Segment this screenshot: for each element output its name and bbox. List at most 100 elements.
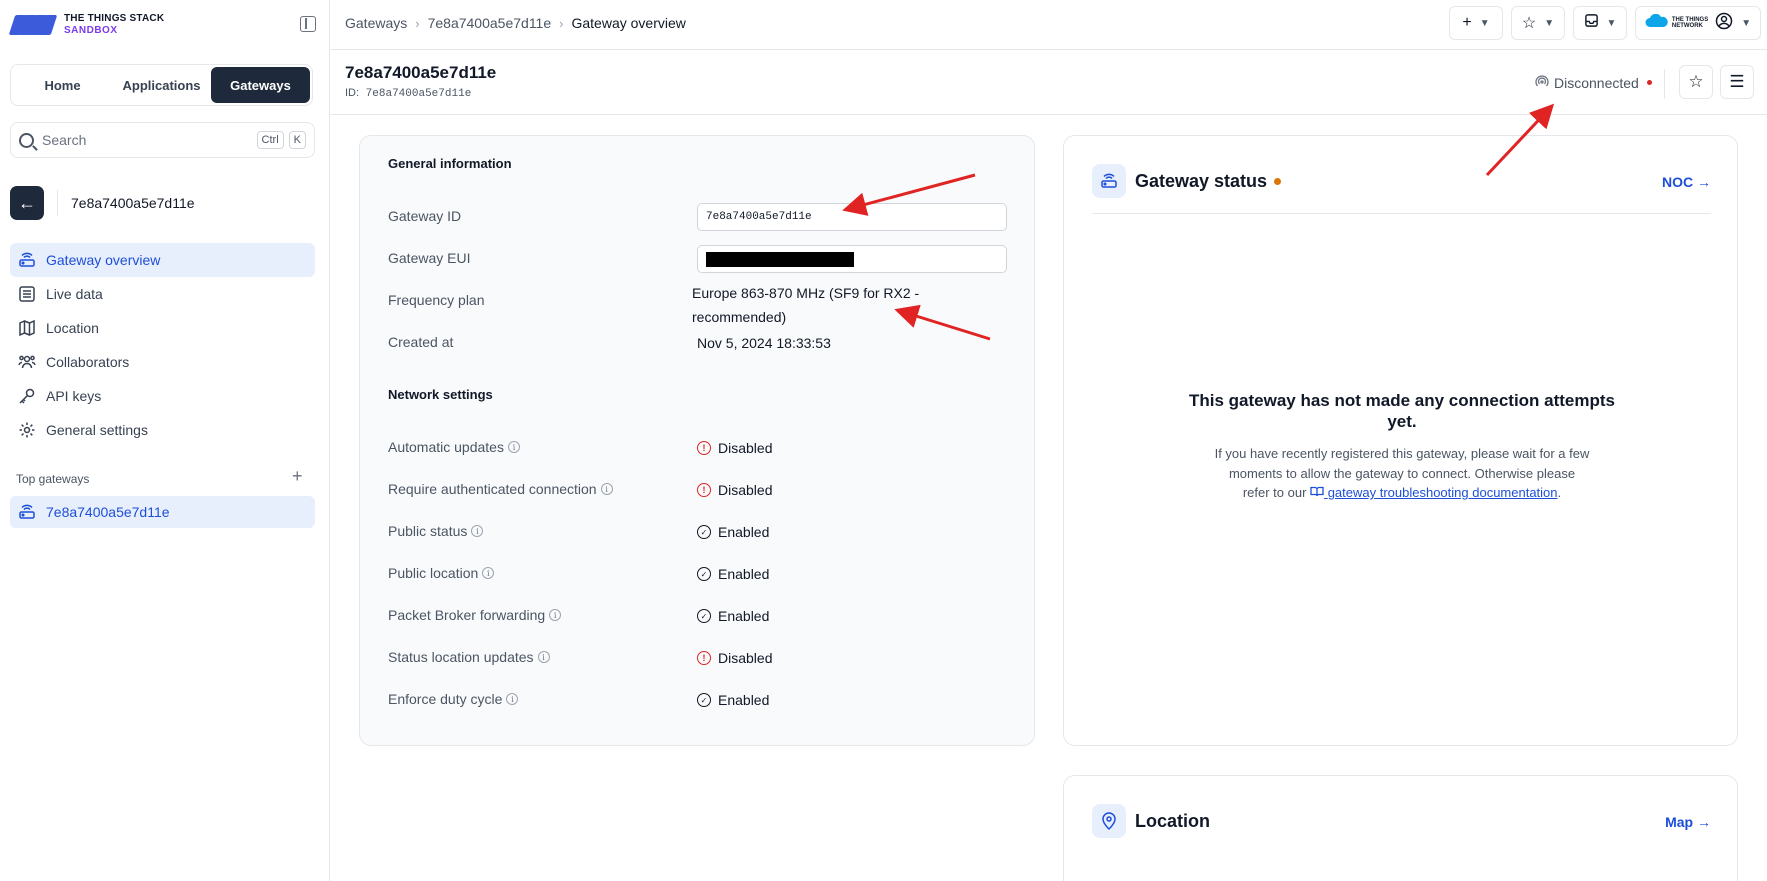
status-text: Disconnected [1554,74,1639,91]
alert-icon: ! [697,651,711,665]
setting-label-public-location: Public location i [388,565,495,581]
check-circle-icon: ✓ [697,525,711,539]
tab-gateways[interactable]: Gateways [211,67,310,103]
info-icon[interactable]: i [482,567,495,579]
divider [57,190,58,216]
book-icon [1310,483,1324,503]
setting-label: Public status [388,523,468,539]
tab-home[interactable]: Home [13,67,112,103]
setting-label-duty-cycle: Enforce duty cycle i [388,691,519,707]
sidebar-item-label: API keys [46,388,102,404]
back-button[interactable]: ← [10,186,44,220]
setting-value-automatic-updates: ! Disabled [697,440,772,456]
gateway-id-field[interactable]: 7e8a7400a5e7d11e [697,203,1007,231]
sidebar-item-general-settings[interactable]: General settings [10,413,315,447]
chevron-down-icon: ▼ [1741,17,1752,29]
gateway-status-header: Gateway status [1092,164,1282,198]
empty-state-text: . [1557,485,1562,500]
created-at-value: Nov 5, 2024 18:33:53 [697,335,831,351]
top-gateway-item[interactable]: 7e8a7400a5e7d11e [10,496,315,528]
gateway-icon [1092,164,1126,198]
breadcrumb-gateways[interactable]: Gateways [345,15,407,31]
page-header: 7e8a7400a5e7d11e ID: 7e8a7400a5e7d11e Di… [331,51,1767,115]
empty-state-title: This gateway has not made any connection… [1188,391,1616,431]
sidebar-item-collaborators[interactable]: Collaborators [10,345,315,379]
sidebar-item-api-keys[interactable]: API keys [10,379,315,413]
created-at-label: Created at [388,334,454,350]
users-icon [18,353,36,371]
setting-value: Enabled [718,524,770,540]
search-input[interactable]: Search Ctrl K [10,122,315,158]
troubleshooting-link[interactable]: gateway troubleshooting documentation [1310,483,1558,503]
setting-value-require-auth: ! Disabled [697,482,772,498]
inbox-icon [1584,13,1599,33]
setting-value-duty-cycle: ✓ Enabled [697,692,769,708]
general-info-card: General information Gateway ID 7e8a7400a… [359,135,1035,746]
gateway-id-value: 7e8a7400a5e7d11e [706,211,812,223]
alert-icon: ! [697,441,711,455]
gateway-status-title: Gateway status [1135,170,1268,191]
info-icon[interactable]: i [507,441,520,453]
main-tabs: Home Applications Gateways [10,64,313,106]
tab-applications[interactable]: Applications [112,67,211,103]
logo[interactable]: THE THINGS STACK SANDBOX [8,12,164,38]
shortcut-k: K [288,131,306,149]
alert-icon: ! [697,483,711,497]
gateway-id-caption: ID: 7e8a7400a5e7d11e [345,87,471,100]
sidebar-item-gateway-overview[interactable]: Gateway overview [10,243,315,277]
setting-label: Require authenticated connection [388,481,597,497]
sidebar-item-live-data[interactable]: Live data [10,277,315,311]
key-icon [18,387,36,405]
arrow-left-icon: ← [18,192,36,213]
setting-label-public-status: Public status i [388,523,484,539]
setting-value: Enabled [718,692,770,708]
setting-label-packet-broker: Packet Broker forwarding i [388,607,562,623]
sidebar-item-label: Gateway overview [46,252,161,268]
gateway-eui-label: Gateway EUI [388,250,471,266]
bookmarks-button[interactable]: ☆ ▼ [1511,6,1565,40]
breadcrumb: Gateways › 7e8a7400a5e7d11e › Gateway ov… [345,15,686,31]
breadcrumb-gateway-id[interactable]: 7e8a7400a5e7d11e [428,15,552,31]
gateway-icon [18,503,36,521]
gateway-eui-field[interactable] [697,245,1007,273]
info-icon[interactable]: i [549,609,562,621]
sidebar-item-location[interactable]: Location [10,311,315,345]
logo-mark-icon [8,12,58,38]
frequency-plan-line: Europe 863-870 MHz (SF9 for RX2 - [692,285,920,301]
bookmark-button[interactable]: ☆ [1679,65,1713,99]
add-button[interactable]: + ▼ [1449,6,1503,40]
search-placeholder: Search [42,132,87,148]
setting-label-automatic-updates: Automatic updates i [388,439,520,455]
frequency-plan-value: Europe 863-870 MHz (SF9 for RX2 - recomm… [692,281,919,329]
info-icon[interactable]: i [600,483,613,495]
add-top-gateway-icon[interactable]: + [292,466,303,487]
setting-value-public-status: ✓ Enabled [697,524,769,540]
search-icon [19,132,34,148]
gateway-icon [18,251,36,269]
info-icon[interactable]: i [537,651,550,663]
setting-value: Disabled [718,440,773,456]
map-link[interactable]: Map → [1665,814,1711,830]
chevron-down-icon: ▼ [1544,17,1555,29]
sidebar-item-label: Collaborators [46,354,130,370]
notifications-button[interactable]: ▼ [1573,6,1627,40]
sidebar-item-label: Location [46,320,99,336]
id-label: ID: [345,87,360,99]
status-dot [1646,80,1652,85]
frequency-plan-line: recommended) [692,309,787,325]
noc-link[interactable]: NOC → [1662,174,1711,190]
more-menu-button[interactable]: ☰ [1720,65,1754,99]
sidebar-collapse-icon[interactable] [300,16,316,32]
frequency-plan-label: Frequency plan [388,292,485,308]
account-menu-button[interactable]: THE THINGS NETWORK ▼ [1635,6,1761,40]
info-icon[interactable]: i [506,693,519,705]
chevron-right-icon: › [559,15,564,31]
info-icon[interactable]: i [471,525,484,537]
sidebar-item-label: Live data [46,286,103,302]
gateway-status-card: Gateway status NOC → This gateway has no… [1063,135,1738,746]
top-gateways-heading: Top gateways [16,472,90,486]
user-avatar-icon [1715,12,1733,35]
map-icon [18,319,36,337]
sidebar-item-label: General settings [46,422,148,438]
id-value: 7e8a7400a5e7d11e [365,88,472,100]
